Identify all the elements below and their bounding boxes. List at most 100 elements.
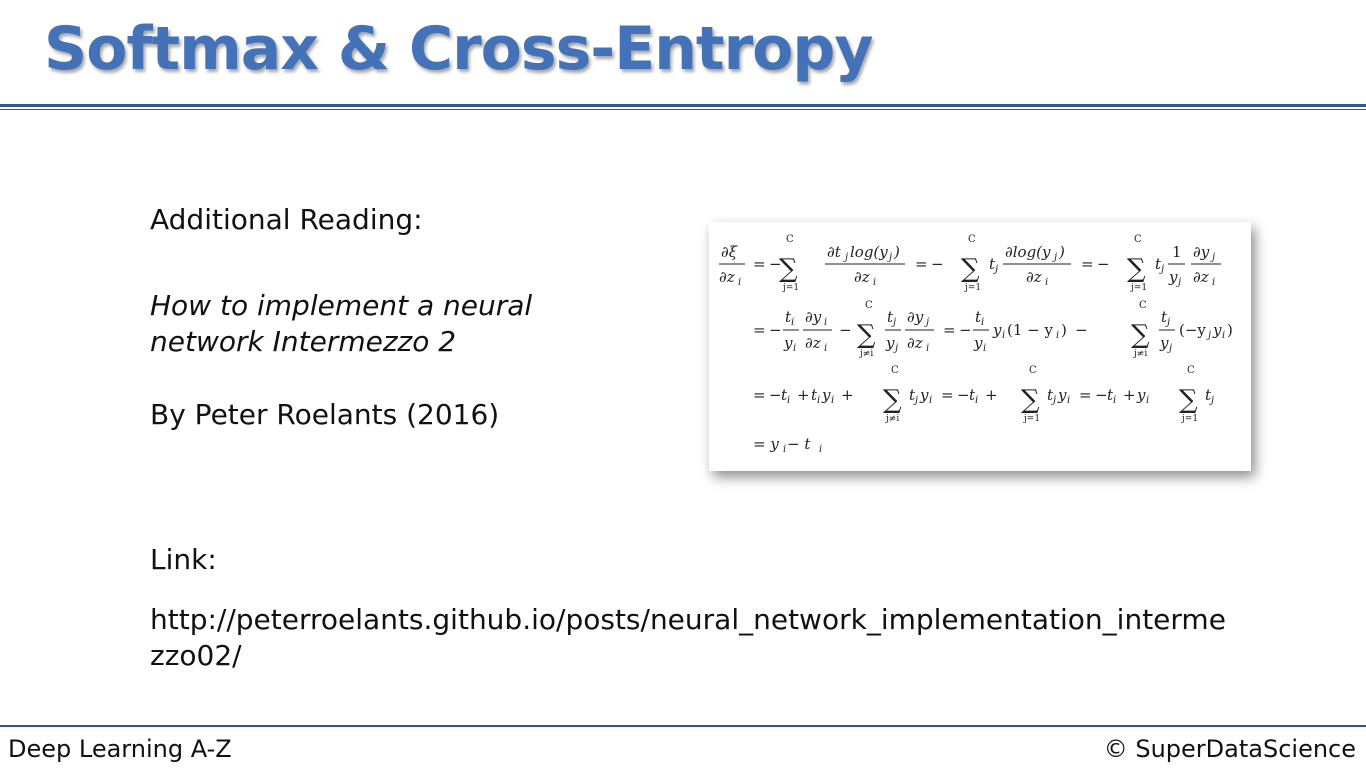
svg-text:j: j [1206, 330, 1211, 341]
link-label: Link: [150, 543, 217, 576]
svg-text:j=1: j=1 [1023, 414, 1040, 424]
derivation-formula: ∂ξ ∂z i = − C ∑ j=1 ∂t j log(y j ) ∂z i … [719, 234, 1233, 455]
svg-text:−: − [957, 386, 970, 404]
derivation-formula-image: ∂ξ ∂z i = − C ∑ j=1 ∂t j log(y j ) ∂z i … [709, 222, 1251, 471]
svg-text:y: y [1212, 321, 1222, 339]
svg-text:=: = [941, 386, 954, 404]
formula-line-4: = y i − t i [753, 435, 822, 455]
title-divider [0, 104, 1366, 110]
formula-line-3: = − t i + t i y i + C ∑ j≠i t j y i = − … [753, 365, 1214, 424]
svg-text:i: i [981, 317, 984, 328]
svg-text:i: i [1146, 395, 1149, 406]
svg-text:i: i [1045, 277, 1048, 288]
svg-text:−: − [1075, 321, 1088, 339]
svg-text:−: − [959, 321, 972, 339]
svg-text:(1 − y: (1 − y [1007, 321, 1054, 339]
svg-text:y: y [885, 334, 895, 352]
article-link[interactable]: http://peterroelants.github.io/posts/neu… [150, 602, 1230, 674]
svg-text:i: i [783, 444, 786, 455]
svg-text:j≠i: j≠i [1133, 349, 1147, 359]
svg-text:y: y [1168, 268, 1178, 286]
svg-text:): ) [1061, 321, 1067, 339]
svg-text:=: = [1081, 255, 1094, 273]
svg-text:i: i [975, 395, 978, 406]
formula-line-2: = − t i y i ∂y i ∂z i − C ∑ j≠i t j y j … [753, 300, 1233, 359]
svg-text:i: i [1113, 395, 1116, 406]
article-author: By Peter Roelants (2016) [150, 398, 500, 431]
svg-text:C: C [786, 234, 794, 245]
svg-text:j=1: j=1 [964, 283, 981, 293]
svg-text:i: i [791, 317, 794, 328]
svg-text:j≠i: j≠i [859, 349, 873, 359]
svg-text:i: i [1056, 330, 1059, 341]
svg-text:): ) [1227, 321, 1233, 339]
svg-text:∂z: ∂z [854, 268, 870, 286]
svg-text:∂z: ∂z [1193, 268, 1209, 286]
svg-text:∑: ∑ [1179, 385, 1198, 415]
svg-text:i: i [831, 395, 834, 406]
svg-text:i: i [824, 343, 827, 354]
svg-text:y: y [783, 334, 793, 352]
svg-text:i: i [1067, 395, 1070, 406]
svg-text:∑: ∑ [779, 254, 798, 284]
formula-line-1: ∂ξ ∂z i = − C ∑ j=1 ∂t j log(y j ) ∂z i … [719, 234, 1221, 293]
svg-text:j: j [1052, 252, 1057, 263]
svg-text:−: − [769, 321, 782, 339]
svg-text:∂y: ∂y [805, 308, 822, 326]
svg-text:−: − [839, 321, 852, 339]
svg-text:y: y [1159, 334, 1169, 352]
svg-text:+: + [841, 386, 854, 404]
svg-text:∑: ∑ [857, 320, 876, 350]
svg-text:C: C [1139, 300, 1147, 311]
svg-text:− t: − t [787, 435, 811, 453]
svg-text:j=1: j=1 [1181, 414, 1198, 424]
additional-reading-heading: Additional Reading: [150, 203, 423, 236]
svg-text:=: = [1079, 386, 1092, 404]
svg-text:∑: ∑ [883, 385, 902, 415]
svg-text:C: C [1029, 365, 1037, 376]
svg-text:y: y [821, 386, 831, 404]
svg-text:∂t: ∂t [827, 243, 842, 261]
svg-text:∑: ∑ [1127, 254, 1146, 284]
svg-text:∂z: ∂z [805, 334, 821, 352]
svg-text:y: y [1136, 386, 1146, 404]
svg-text:i: i [819, 444, 822, 455]
svg-text:=: = [753, 321, 766, 339]
svg-text:j: j [887, 252, 892, 263]
svg-text:∂y: ∂y [1193, 243, 1210, 261]
svg-text:i: i [1212, 277, 1215, 288]
svg-text:i: i [817, 395, 820, 406]
svg-text:j=1: j=1 [782, 283, 799, 293]
svg-text:+: + [985, 386, 998, 404]
svg-text:): ) [1058, 243, 1065, 261]
svg-text:∂log(y: ∂log(y [1005, 243, 1051, 261]
svg-text:∂z: ∂z [907, 334, 923, 352]
svg-text:= y: = y [753, 435, 779, 453]
svg-text:i: i [824, 317, 827, 328]
svg-text:j: j [924, 317, 929, 328]
svg-text:∑: ∑ [1021, 385, 1040, 415]
svg-text:C: C [1134, 234, 1142, 245]
svg-text:−: − [1097, 255, 1110, 273]
lhs-denominator: ∂z [719, 268, 735, 286]
svg-text:y: y [1057, 386, 1067, 404]
svg-text:C: C [891, 365, 899, 376]
svg-text:i: i [926, 343, 929, 354]
svg-text:y: y [919, 386, 929, 404]
svg-text:log(y: log(y [850, 243, 888, 261]
svg-text:−: − [769, 386, 782, 404]
svg-text:∑: ∑ [1131, 320, 1150, 350]
svg-text:1: 1 [1172, 243, 1182, 261]
svg-text:=: = [915, 255, 928, 273]
svg-text:y: y [973, 334, 983, 352]
svg-text:=: = [943, 321, 956, 339]
svg-text:−: − [931, 255, 944, 273]
svg-text:C: C [968, 234, 976, 245]
svg-text:y: y [992, 321, 1002, 339]
svg-text:i: i [787, 395, 790, 406]
svg-text:i: i [1222, 330, 1225, 341]
svg-text:∑: ∑ [961, 254, 980, 284]
svg-text:C: C [865, 300, 873, 311]
svg-text:i: i [738, 277, 741, 288]
slide-title: Softmax & Cross-Entropy [44, 14, 873, 84]
